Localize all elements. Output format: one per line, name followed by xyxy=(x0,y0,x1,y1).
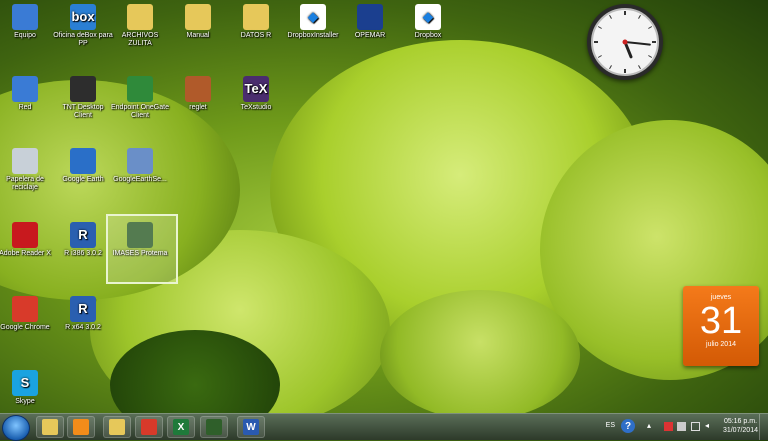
desktop-icon-label: Equipo xyxy=(14,32,36,39)
desktop-icon[interactable]: Google Earth xyxy=(53,148,113,184)
r-icon: R xyxy=(70,296,96,322)
media-player-icon xyxy=(73,419,89,435)
opemar-icon xyxy=(357,4,383,30)
recycle-bin-icon xyxy=(12,148,38,174)
language-indicator[interactable]: ES xyxy=(606,422,615,429)
flag-icon[interactable] xyxy=(664,422,673,431)
desktop-icon[interactable]: R R i386 3.0.2 xyxy=(53,222,113,258)
help-icon[interactable]: ? xyxy=(621,419,635,433)
google-earth-setup-icon xyxy=(127,148,153,174)
desktop-icon-label: Adobe Reader X xyxy=(0,250,51,257)
taskbar-button[interactable] xyxy=(36,416,64,438)
skype-icon: S xyxy=(12,370,38,396)
dropbox-icon: ◆ xyxy=(300,4,326,30)
taskbar-button[interactable] xyxy=(200,416,228,438)
calendar-month-year: julio 2014 xyxy=(706,341,736,348)
desktop-icon[interactable]: R R x64 3.0.2 xyxy=(53,296,113,332)
desktop-icon-label: Endpoint OneGate Client xyxy=(111,104,169,119)
chrome-icon xyxy=(12,296,38,322)
desktop-icon[interactable]: Papelera de reciclaje xyxy=(0,148,55,192)
desktop-icon[interactable]: ◆ Dropbox xyxy=(398,4,458,40)
adobe-reader-icon xyxy=(12,222,38,248)
taskbar-time: 05:16 p.m. xyxy=(723,418,758,425)
desktop-icon-label: OPEMAR xyxy=(354,32,386,39)
taskbar-clock[interactable]: 05:16 p.m. 31/07/2014 xyxy=(723,417,758,435)
desktop-icon[interactable]: TeX TeXstudio xyxy=(226,76,286,112)
computer-icon xyxy=(12,4,38,30)
show-desktop-button[interactable] xyxy=(759,414,768,440)
folder-icon xyxy=(185,4,211,30)
explorer-icon xyxy=(42,419,58,435)
desktop-icon[interactable]: DATOS R xyxy=(226,4,286,40)
desktop-icon[interactable]: S Skype xyxy=(0,370,55,406)
image-icon xyxy=(185,76,211,102)
desktop-icon-label: GoogleEarthSe... xyxy=(113,176,167,183)
folder-icon xyxy=(127,4,153,30)
taskbar-button[interactable] xyxy=(103,416,131,438)
desktop-icon-label: Red xyxy=(18,104,32,111)
desktop-icon[interactable]: ARCHIVOS ZULITA xyxy=(110,4,170,48)
desktop-icon-label: DropboxInstaller xyxy=(287,32,339,39)
desktop-icon-label: R x64 3.0.2 xyxy=(65,324,101,331)
desktop-icon[interactable]: box Oficina deBox para PP xyxy=(53,4,113,48)
system-tray: ES ? ▴ ◂ 05:16 p.m. 31/07/2014 xyxy=(598,414,768,440)
desktop-icon-label: DATOS R xyxy=(240,32,272,39)
network-icon[interactable] xyxy=(677,422,686,431)
desktop-icon[interactable]: Red xyxy=(0,76,55,112)
texstudio-icon: TeX xyxy=(243,76,269,102)
network-icon xyxy=(12,76,38,102)
desktop-icon-label: reglet xyxy=(189,104,207,111)
word-icon: W xyxy=(243,419,259,435)
desktop-icon-label: Dropbox xyxy=(414,32,442,39)
tnt-icon xyxy=(70,76,96,102)
volume-icon[interactable]: ◂ xyxy=(705,421,714,430)
desktop-icon-label: ARCHIVOS ZULITA xyxy=(121,32,159,47)
dropbox-icon: ◆ xyxy=(415,4,441,30)
desktop-icon-label: Google Earth xyxy=(62,176,104,183)
desktop-icon[interactable]: Google Chrome xyxy=(0,296,55,332)
box-icon: box xyxy=(70,4,96,30)
desktop-icon[interactable]: Manual xyxy=(168,4,228,40)
r-icon: R xyxy=(70,222,96,248)
taskbar-date: 31/07/2014 xyxy=(722,427,758,434)
selection-highlight xyxy=(106,214,178,284)
desktop-icon-label: Skype xyxy=(15,398,35,405)
clock-gadget[interactable] xyxy=(587,4,663,80)
desktop-icon[interactable]: TNT Desktop Client xyxy=(53,76,113,120)
taskbar-button[interactable]: X xyxy=(167,416,195,438)
clock-face-icon xyxy=(591,8,659,76)
taskbar-button[interactable] xyxy=(135,416,163,438)
desktop-icon[interactable]: OPEMAR xyxy=(340,4,400,40)
imases-icon xyxy=(206,419,222,435)
taskbar-button[interactable]: W xyxy=(237,416,265,438)
desktop-icon[interactable]: Endpoint OneGate Client xyxy=(110,76,170,120)
desktop-icon[interactable]: GoogleEarthSe... xyxy=(110,148,170,184)
desktop-icon-label: Manual xyxy=(186,32,210,39)
google-earth-icon xyxy=(70,148,96,174)
desktop-icon[interactable]: Equipo xyxy=(0,4,55,40)
shield-icon xyxy=(127,76,153,102)
overflow-arrow-icon[interactable]: ▴ xyxy=(647,421,656,430)
desktop-icon-label: Google Chrome xyxy=(0,324,50,331)
calendar-gadget[interactable]: jueves 31 julio 2014 xyxy=(683,286,759,366)
taskbar-button[interactable] xyxy=(67,416,95,438)
desktop-icon-label: TeXstudio xyxy=(240,104,272,111)
display-icon[interactable] xyxy=(691,422,700,431)
excel-icon: X xyxy=(173,419,189,435)
calendar-day: 31 xyxy=(699,300,743,342)
folder-icon xyxy=(243,4,269,30)
desktop-icon[interactable]: Adobe Reader X xyxy=(0,222,55,258)
desktop-icon-label: Oficina deBox para PP xyxy=(53,32,113,47)
taskbar: X W ES ? ▴ ◂ 05:16 p.m. 31/07/2014 xyxy=(0,413,768,441)
desktop-icon[interactable]: ◆ DropboxInstaller xyxy=(283,4,343,40)
desktop-icon-label: TNT Desktop Client xyxy=(62,104,104,119)
chrome-icon xyxy=(141,419,157,435)
desktop-icon[interactable]: reglet xyxy=(168,76,228,112)
desktop-icon-label: Papelera de reciclaje xyxy=(6,176,44,191)
desktop-icon-label: R i386 3.0.2 xyxy=(64,250,102,257)
folder-icon xyxy=(109,419,125,435)
start-button[interactable] xyxy=(2,415,30,441)
